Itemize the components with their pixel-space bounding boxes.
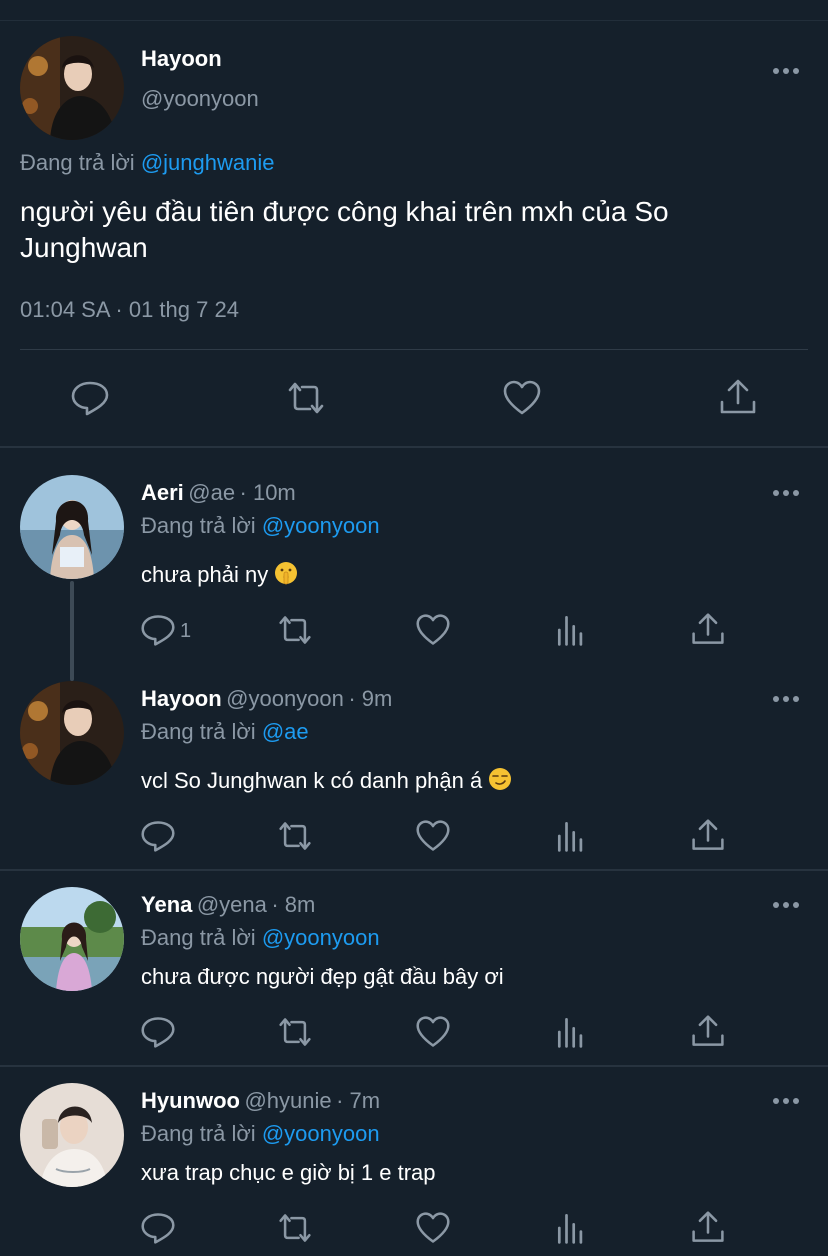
section-separator [0,1065,828,1067]
reply-text: chưa được người đẹp gật đầu bây ơi [141,964,504,989]
reply-icon[interactable] [70,378,110,418]
reply-context: Đang trả lời @ae [141,719,309,745]
reply-avatar-aeri[interactable] [20,475,124,579]
retweet-icon[interactable] [277,1210,317,1250]
more-options-icon[interactable] [766,483,806,503]
reply-to-mention[interactable]: @yoonyoon [262,1121,380,1146]
reply-author-handle[interactable]: @hyunie [244,1088,331,1113]
main-tweet-timestamp[interactable]: 01:04 SA · 01 thg 7 24 [20,297,239,323]
analytics-icon[interactable] [553,1210,593,1250]
reply-prefix: Đang trả lời [141,513,256,538]
reply-author-name[interactable]: Yena [141,892,192,917]
reply-icon[interactable] [140,1210,180,1250]
reply-prefix: Đang trả lời [141,719,256,744]
reply-header-hyunwoo: Hyunwoo @hyunie · 7m [141,1088,380,1114]
reply-to-mention[interactable]: @yoonyoon [262,925,380,950]
share-icon[interactable] [690,612,730,652]
reply-author-handle[interactable]: @yoonyoon [226,686,344,711]
main-tweet-text-line2: Junghwan [20,232,148,263]
section-separator [0,446,828,448]
analytics-icon[interactable] [553,1014,593,1054]
reply-text: vcl So Junghwan k có danh phận á [141,767,512,797]
reply-to-mention[interactable]: @ae [262,719,309,744]
thread-connector [70,581,74,681]
reply-time[interactable]: · 8m [271,892,315,917]
shushing-face-emoji [274,561,298,591]
share-icon[interactable] [718,378,758,418]
reply-text: chưa phải ny [141,561,298,591]
reply-time[interactable]: · 10m [240,480,296,505]
share-icon[interactable] [690,818,730,858]
reply-text: xưa trap chục e giờ bị 1 e trap [141,1160,436,1185]
reply-context: Đang trả lời @yoonyoon [141,1121,380,1147]
main-author-name[interactable]: Hayoon [141,46,222,72]
like-icon[interactable] [415,818,455,858]
tweet-thread-page: Hayoon @yoonyoon Đang trả lời @junghwani… [0,0,828,1256]
reply-icon[interactable] [140,818,180,858]
main-divider [20,349,808,350]
reply-header-aeri: Aeri @ae · 10m [141,480,296,506]
reply-context: Đang trả lời @yoonyoon [141,925,380,951]
like-icon[interactable] [502,378,542,418]
reply-time[interactable]: · 9m [348,686,392,711]
reply-author-name[interactable]: Aeri [141,480,184,505]
reply-avatar-yena[interactable] [20,887,124,991]
reply-to-mention[interactable]: @yoonyoon [262,513,380,538]
reply-author-name[interactable]: Hyunwoo [141,1088,240,1113]
more-options-icon[interactable] [766,61,806,81]
main-author-avatar[interactable] [20,36,124,140]
more-options-icon[interactable] [766,689,806,709]
reply-prefix: Đang trả lời [141,1121,256,1146]
top-divider [0,20,828,21]
section-separator [0,869,828,871]
share-icon[interactable] [690,1014,730,1054]
retweet-icon[interactable] [277,1014,317,1054]
reply-avatar-hyunwoo[interactable] [20,1083,124,1187]
retweet-icon[interactable] [277,612,317,652]
reply-avatar-hayoon[interactable] [20,681,124,785]
main-author-handle[interactable]: @yoonyoon [141,86,259,112]
reply-icon[interactable] [140,1014,180,1054]
reply-context: Đang trả lời @yoonyoon [141,513,380,539]
more-options-icon[interactable] [766,1091,806,1111]
reply-author-handle[interactable]: @yena [197,892,267,917]
analytics-icon[interactable] [553,612,593,652]
like-icon[interactable] [415,612,455,652]
reply-text-content: chưa phải ny [141,562,269,587]
reply-to-mention[interactable]: @junghwanie [141,150,275,175]
reply-author-handle[interactable]: @ae [188,480,235,505]
like-icon[interactable] [415,1014,455,1054]
reply-prefix: Đang trả lời [20,150,135,175]
reply-prefix: Đang trả lời [141,925,256,950]
like-icon[interactable] [415,1210,455,1250]
reply-count: 1 [180,620,192,642]
reply-time[interactable]: · 7m [336,1088,380,1113]
main-reply-context: Đang trả lời @junghwanie [20,150,274,176]
reply-header-yena: Yena @yena · 8m [141,892,315,918]
retweet-icon[interactable] [286,378,326,418]
main-tweet-text-line1: người yêu đầu tiên được công khai trên m… [20,196,669,227]
reply-text-content: vcl So Junghwan k có danh phận á [141,768,483,793]
share-icon[interactable] [690,1210,730,1250]
more-options-icon[interactable] [766,895,806,915]
retweet-icon[interactable] [277,818,317,858]
reply-icon[interactable] [140,612,180,652]
smirking-face-emoji [488,767,512,797]
reply-header-hayoon: Hayoon @yoonyoon · 9m [141,686,392,712]
reply-author-name[interactable]: Hayoon [141,686,222,711]
analytics-icon[interactable] [553,818,593,858]
